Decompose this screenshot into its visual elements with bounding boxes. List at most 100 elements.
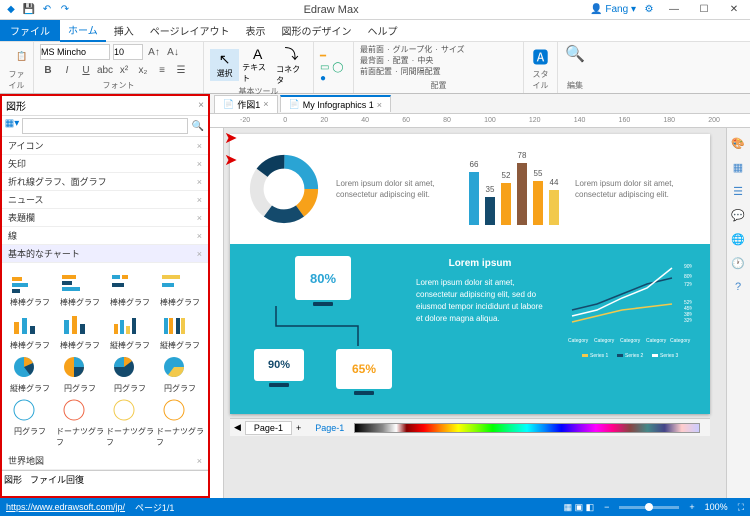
forward-btn[interactable]: 前面配置 bbox=[360, 66, 392, 77]
decrease-font-icon[interactable]: A↓ bbox=[165, 44, 181, 60]
close-button[interactable]: ✕ bbox=[722, 2, 746, 18]
menu-shapedesign[interactable]: 図形のデザイン bbox=[274, 20, 360, 41]
distribute-btn[interactable]: 同間隔配置 bbox=[401, 66, 441, 77]
shape-item[interactable]: ドーナツグラフ bbox=[56, 396, 104, 448]
close-icon[interactable]: × bbox=[198, 100, 204, 111]
cat-news[interactable]: ニュース× bbox=[2, 191, 208, 209]
font-name-select[interactable] bbox=[40, 44, 110, 60]
svg-text:Category: Category bbox=[594, 338, 615, 344]
cat-basic-chart[interactable]: 基本的なチャート× bbox=[2, 245, 208, 263]
menu-view[interactable]: 表示 bbox=[238, 20, 274, 41]
send-back[interactable]: 最背面 bbox=[360, 55, 384, 66]
user-menu[interactable]: 👤 Fang ▾ bbox=[590, 4, 636, 15]
text-tool[interactable]: Aテキスト bbox=[242, 46, 273, 84]
shape-item[interactable]: 棒棒グラフ bbox=[56, 310, 104, 351]
menu-home[interactable]: ホーム bbox=[60, 19, 106, 42]
super-button[interactable]: x² bbox=[116, 62, 132, 78]
cloud-icon[interactable]: 🌐 bbox=[729, 230, 747, 248]
shape-search-input[interactable] bbox=[22, 118, 188, 134]
save-icon[interactable]: 💾 bbox=[22, 3, 36, 17]
zoom-slider[interactable] bbox=[619, 506, 679, 509]
sheet-prev[interactable]: ◀ bbox=[234, 422, 241, 433]
cat-titleblock[interactable]: 表題欄× bbox=[2, 209, 208, 227]
shape-item[interactable]: 棒棒グラフ bbox=[56, 267, 104, 308]
comment-icon[interactable]: 💬 bbox=[729, 206, 747, 224]
bullets-button[interactable]: ≡ bbox=[154, 62, 170, 78]
menu-help[interactable]: ヘルプ bbox=[360, 20, 406, 41]
group-btn[interactable]: グループ化 bbox=[393, 44, 433, 55]
shape-item[interactable]: 棒棒グラフ bbox=[156, 267, 204, 308]
edit-icon[interactable]: 🔍 bbox=[565, 44, 585, 64]
shape-dropdown[interactable]: ▭ ◯ bbox=[320, 62, 347, 73]
canvas[interactable]: ➤ ➤ Lorem ipsum dolor sit amet, consecte… bbox=[224, 128, 726, 498]
cat-lines[interactable]: 線× bbox=[2, 227, 208, 245]
bring-front[interactable]: 最前面 bbox=[360, 44, 384, 55]
bold-button[interactable]: B bbox=[40, 62, 56, 78]
size-btn[interactable]: サイズ bbox=[441, 44, 465, 55]
undo-icon[interactable]: ↶ bbox=[40, 3, 54, 17]
page-tab[interactable]: Page-1 bbox=[245, 421, 292, 435]
layers-icon[interactable]: ▦ bbox=[729, 158, 747, 176]
shape-item[interactable]: 円グラフ bbox=[106, 353, 154, 394]
cat-arrows[interactable]: 矢印× bbox=[2, 155, 208, 173]
align-btn[interactable]: 配置 bbox=[393, 55, 409, 66]
line-style-icon[interactable]: ━ bbox=[320, 51, 347, 62]
align-button[interactable]: ☰ bbox=[173, 62, 189, 78]
help-icon[interactable]: ? bbox=[729, 278, 747, 296]
sub-button[interactable]: x₂ bbox=[135, 62, 151, 78]
status-url[interactable]: https://www.edrawsoft.com/jp/ bbox=[6, 502, 125, 512]
theme-icon[interactable]: 🎨 bbox=[729, 134, 747, 152]
italic-button[interactable]: I bbox=[59, 62, 75, 78]
view-mode-icon[interactable]: ▦ ▣ ◧ bbox=[564, 502, 595, 513]
connector-tool[interactable]: ⤵コネクタ bbox=[276, 44, 307, 86]
page[interactable]: Lorem ipsum dolor sit amet, consectetur … bbox=[230, 134, 710, 414]
style-icon[interactable]: 🅰 bbox=[532, 44, 548, 68]
search-icon[interactable]: 🔍 bbox=[190, 118, 206, 134]
file-recovery-tab[interactable]: ファイル回復 bbox=[30, 473, 84, 486]
list-icon[interactable]: ☰ bbox=[729, 182, 747, 200]
color-palette[interactable] bbox=[354, 423, 700, 433]
center-btn[interactable]: 中央 bbox=[417, 55, 433, 66]
menu-pagelayout[interactable]: ページレイアウト bbox=[142, 20, 238, 41]
shape-item[interactable]: 棒棒グラフ bbox=[106, 267, 154, 308]
shape-item[interactable]: ドーナツグラフ bbox=[156, 396, 204, 448]
shape-item[interactable]: 縦棒グラフ bbox=[6, 353, 54, 394]
shape-item[interactable]: 円グラフ bbox=[56, 353, 104, 394]
underline-button[interactable]: U bbox=[78, 62, 94, 78]
clock-icon[interactable]: 🕐 bbox=[729, 254, 747, 272]
shape-item[interactable]: 円グラフ bbox=[156, 353, 204, 394]
font-size-select[interactable] bbox=[113, 44, 143, 60]
fill-icon[interactable]: ● bbox=[320, 73, 347, 84]
cat-linechart[interactable]: 折れ線グラフ、面グラフ× bbox=[2, 173, 208, 191]
shape-item[interactable]: 円グラフ bbox=[6, 396, 54, 448]
canvas-area: 📄作図1× 📄My Infographics 1× -2002040608010… bbox=[210, 94, 750, 498]
file-menu[interactable]: ファイル bbox=[0, 20, 60, 41]
redo-icon[interactable]: ↷ bbox=[58, 3, 72, 17]
strike-button[interactable]: abc bbox=[97, 62, 113, 78]
zoom-in[interactable]: + bbox=[689, 502, 694, 512]
shape-item[interactable]: 縦棒グラフ bbox=[156, 310, 204, 351]
gear-icon[interactable]: ⚙ bbox=[642, 3, 656, 17]
increase-font-icon[interactable]: A↑ bbox=[146, 44, 162, 60]
shape-item[interactable]: ドーナツグラフ bbox=[106, 396, 154, 448]
doc-tab-1[interactable]: 📄作図1× bbox=[214, 95, 278, 113]
zoom-value[interactable]: 100% bbox=[705, 502, 728, 512]
fit-icon[interactable]: ⛶ bbox=[738, 502, 744, 513]
shape-item[interactable]: 縦棒グラフ bbox=[106, 310, 154, 351]
page-tab-2[interactable]: Page-1 bbox=[315, 423, 344, 433]
select-tool[interactable]: ↖選択 bbox=[210, 49, 239, 81]
cat-worldmap[interactable]: 世界地図× bbox=[2, 452, 208, 470]
cat-icons[interactable]: アイコン× bbox=[2, 137, 208, 155]
maximize-button[interactable]: ☐ bbox=[692, 2, 716, 18]
infographic-body: Lorem ipsum dolor sit amet, consectetur … bbox=[416, 277, 544, 325]
shape-item[interactable]: 棒棒グラフ bbox=[6, 267, 54, 308]
menu-insert[interactable]: 挿入 bbox=[106, 20, 142, 41]
minimize-button[interactable]: — bbox=[662, 2, 686, 18]
shapes-tab[interactable]: 図形 bbox=[4, 473, 22, 486]
zoom-out[interactable]: − bbox=[604, 502, 609, 512]
shape-lib-icon[interactable]: ▦▾ bbox=[4, 118, 20, 134]
add-page[interactable]: + bbox=[296, 423, 301, 433]
shape-item[interactable]: 棒棒グラフ bbox=[6, 310, 54, 351]
ruler-vertical bbox=[210, 128, 224, 498]
doc-tab-2[interactable]: 📄My Infographics 1× bbox=[280, 95, 392, 112]
